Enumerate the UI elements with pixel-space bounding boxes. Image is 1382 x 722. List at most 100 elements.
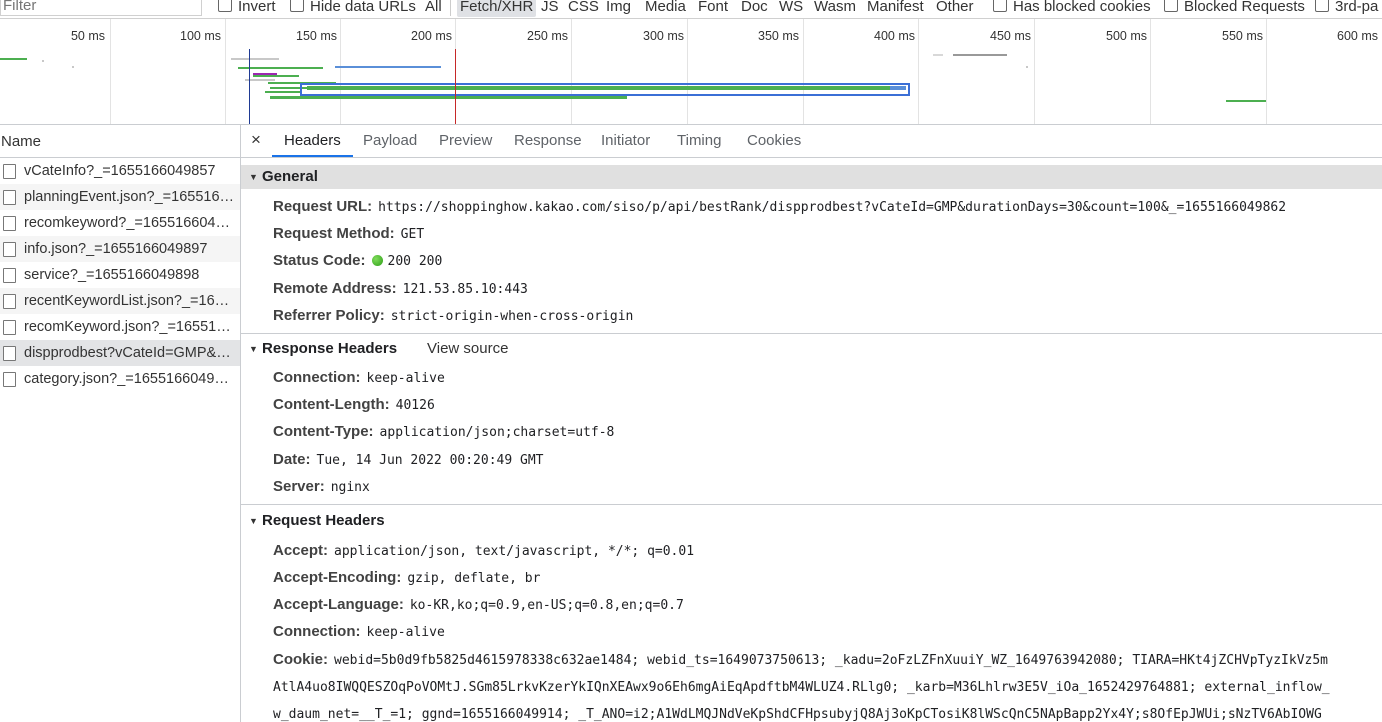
tab-cookies[interactable]: Cookies bbox=[747, 125, 801, 157]
expand-triangle-icon: ▼ bbox=[249, 172, 258, 182]
general-section-header[interactable]: ▼ General bbox=[241, 165, 1382, 189]
header-row: Referrer Policy: strict-origin-when-cross… bbox=[241, 302, 1382, 329]
blocked-requests-checkbox[interactable]: Blocked Requests bbox=[1164, 0, 1305, 17]
type-filter-doc[interactable]: Doc bbox=[741, 0, 768, 17]
tab-preview[interactable]: Preview bbox=[439, 125, 492, 157]
type-filter-ws[interactable]: WS bbox=[779, 0, 803, 17]
tab-initiator[interactable]: Initiator bbox=[601, 125, 650, 157]
request-row-selected[interactable]: dispprodbest?vCateId=GMP&durationDays=30… bbox=[0, 340, 240, 366]
header-row: Content-Length: 40126 bbox=[241, 391, 1382, 418]
waterfall-bar bbox=[1026, 66, 1028, 68]
cookie-value-line: webid=5b0d9fb5825d4615978338c632ae1484; … bbox=[334, 652, 1329, 668]
request-url-value[interactable]: https://shoppinghow.kakao.com/siso/p/api… bbox=[378, 200, 1286, 215]
remote-address-value: 121.53.85.10:443 bbox=[402, 281, 528, 297]
tick-label: 400 ms bbox=[874, 29, 915, 43]
file-icon bbox=[3, 294, 16, 309]
header-row: Status Code: 200 200 bbox=[241, 247, 1382, 274]
type-filter-wasm[interactable]: Wasm bbox=[814, 0, 856, 17]
type-filter-other[interactable]: Other bbox=[936, 0, 974, 17]
type-filter-js[interactable]: JS bbox=[541, 0, 559, 17]
tab-payload[interactable]: Payload bbox=[363, 125, 417, 157]
has-blocked-cookies-checkbox[interactable]: Has blocked cookies bbox=[993, 0, 1151, 17]
header-row: Accept: application/json, text/javascript… bbox=[241, 537, 1382, 564]
type-filter-media[interactable]: Media bbox=[645, 0, 686, 17]
general-title: General bbox=[262, 168, 318, 185]
grid-line bbox=[225, 19, 226, 124]
request-row[interactable]: recomkeyword?_=1655166049859 bbox=[0, 210, 240, 236]
hide-data-urls-label: Hide data URLs bbox=[310, 0, 416, 15]
header-value: nginx bbox=[330, 479, 370, 495]
invert-checkbox[interactable]: Invert bbox=[218, 0, 276, 17]
file-icon bbox=[3, 242, 16, 257]
header-name: Request URL: bbox=[273, 198, 373, 215]
waterfall-bar bbox=[238, 67, 323, 69]
header-row: Connection: keep-alive bbox=[241, 364, 1382, 391]
header-row: Connection: keep-alive bbox=[241, 618, 1382, 645]
waterfall-bar bbox=[1226, 100, 1266, 102]
tick-label: 200 ms bbox=[411, 29, 452, 43]
request-row[interactable]: planningEvent.json?_=1655166049858 bbox=[0, 184, 240, 210]
header-value: Tue, 14 Jun 2022 00:20:49 GMT bbox=[316, 452, 544, 468]
status-ok-icon bbox=[371, 255, 383, 267]
blocked-requests-label: Blocked Requests bbox=[1184, 0, 1305, 15]
request-name: recomkeyword?_=1655166049859 bbox=[24, 215, 236, 231]
header-row: Request URL: https://shoppinghow.kakao.co… bbox=[241, 193, 1382, 220]
header-row: Request Method: GET bbox=[241, 220, 1382, 247]
tab-response[interactable]: Response bbox=[514, 125, 582, 157]
third-party-checkbox[interactable]: 3rd-pa bbox=[1315, 0, 1378, 17]
filter-input[interactable] bbox=[0, 0, 202, 16]
tick-label: 600 ms bbox=[1337, 29, 1378, 43]
hide-data-urls-checkbox[interactable]: Hide data URLs bbox=[290, 0, 416, 17]
header-name: Status Code: bbox=[273, 252, 366, 270]
waterfall-bar bbox=[890, 86, 906, 90]
request-row[interactable]: recentKeywordList.json?_=1655166049899 bbox=[0, 288, 240, 314]
header-name: Content-Type: bbox=[273, 423, 374, 441]
type-filter-css[interactable]: CSS bbox=[568, 0, 599, 17]
request-name: vCateInfo?_=1655166049857 bbox=[24, 163, 216, 179]
request-headers-section-header[interactable]: ▼ Request Headers bbox=[241, 509, 1382, 533]
name-column-header[interactable]: Name bbox=[0, 125, 240, 158]
tick-label: 300 ms bbox=[643, 29, 684, 43]
tick-label: 150 ms bbox=[296, 29, 337, 43]
cookie-row: AtlA4uo8IWQQESZOqPoVOMtJ.SGm85LrkvKzerYk… bbox=[241, 673, 1382, 700]
request-row[interactable]: info.json?_=1655166049897 bbox=[0, 236, 240, 262]
checkbox-icon bbox=[1315, 0, 1329, 12]
request-name: planningEvent.json?_=1655166049858 bbox=[24, 189, 236, 205]
close-icon[interactable]: × bbox=[251, 130, 261, 150]
tab-headers[interactable]: Headers bbox=[272, 125, 353, 157]
waterfall-bar bbox=[231, 58, 279, 60]
type-filter-fetch-xhr[interactable]: Fetch/XHR bbox=[457, 0, 537, 17]
file-icon bbox=[3, 346, 16, 361]
request-row[interactable]: service?_=1655166049898 bbox=[0, 262, 240, 288]
expand-triangle-icon: ▼ bbox=[249, 515, 258, 526]
response-headers-section-header[interactable]: ▼ Response Headers View source bbox=[241, 337, 1382, 361]
waterfall-bar bbox=[307, 86, 890, 90]
waterfall-bar bbox=[335, 66, 441, 68]
request-name: dispprodbest?vCateId=GMP&durationDays=30… bbox=[24, 345, 236, 361]
grid-line bbox=[1266, 19, 1267, 124]
type-filter-all[interactable]: All bbox=[425, 0, 442, 17]
request-row[interactable]: recomKeyword.json?_=1655166049900 bbox=[0, 314, 240, 340]
header-name: Request Method: bbox=[273, 225, 395, 243]
header-name: Referrer Policy: bbox=[273, 306, 385, 324]
type-filter-img[interactable]: Img bbox=[606, 0, 631, 17]
checkbox-icon bbox=[993, 0, 1007, 12]
request-row[interactable]: vCateInfo?_=1655166049857 bbox=[0, 158, 240, 184]
request-row[interactable]: category.json?_=1655166049901 bbox=[0, 366, 240, 392]
request-name: category.json?_=1655166049901 bbox=[24, 371, 236, 387]
header-name: Date: bbox=[273, 450, 311, 468]
tab-timing[interactable]: Timing bbox=[677, 125, 721, 157]
header-name: Server: bbox=[273, 477, 325, 495]
file-icon bbox=[3, 320, 16, 335]
expand-triangle-icon: ▼ bbox=[249, 343, 258, 354]
header-row: Accept-Encoding: gzip, deflate, br bbox=[241, 564, 1382, 591]
view-source-link[interactable]: View source bbox=[427, 337, 508, 361]
waterfall-bar bbox=[253, 75, 299, 77]
network-overview-timeline[interactable]: 50 ms 100 ms 150 ms 200 ms 250 ms 300 ms… bbox=[0, 19, 1382, 125]
response-headers-title: Response Headers bbox=[262, 339, 398, 357]
type-filter-font[interactable]: Font bbox=[698, 0, 728, 17]
waterfall-bar bbox=[953, 54, 1007, 56]
tick-label: 550 ms bbox=[1222, 29, 1263, 43]
type-filter-manifest[interactable]: Manifest bbox=[867, 0, 924, 17]
cookie-value-line: w_daum_net=__T_=1; ggnd=1655166049914; _… bbox=[273, 706, 1322, 722]
